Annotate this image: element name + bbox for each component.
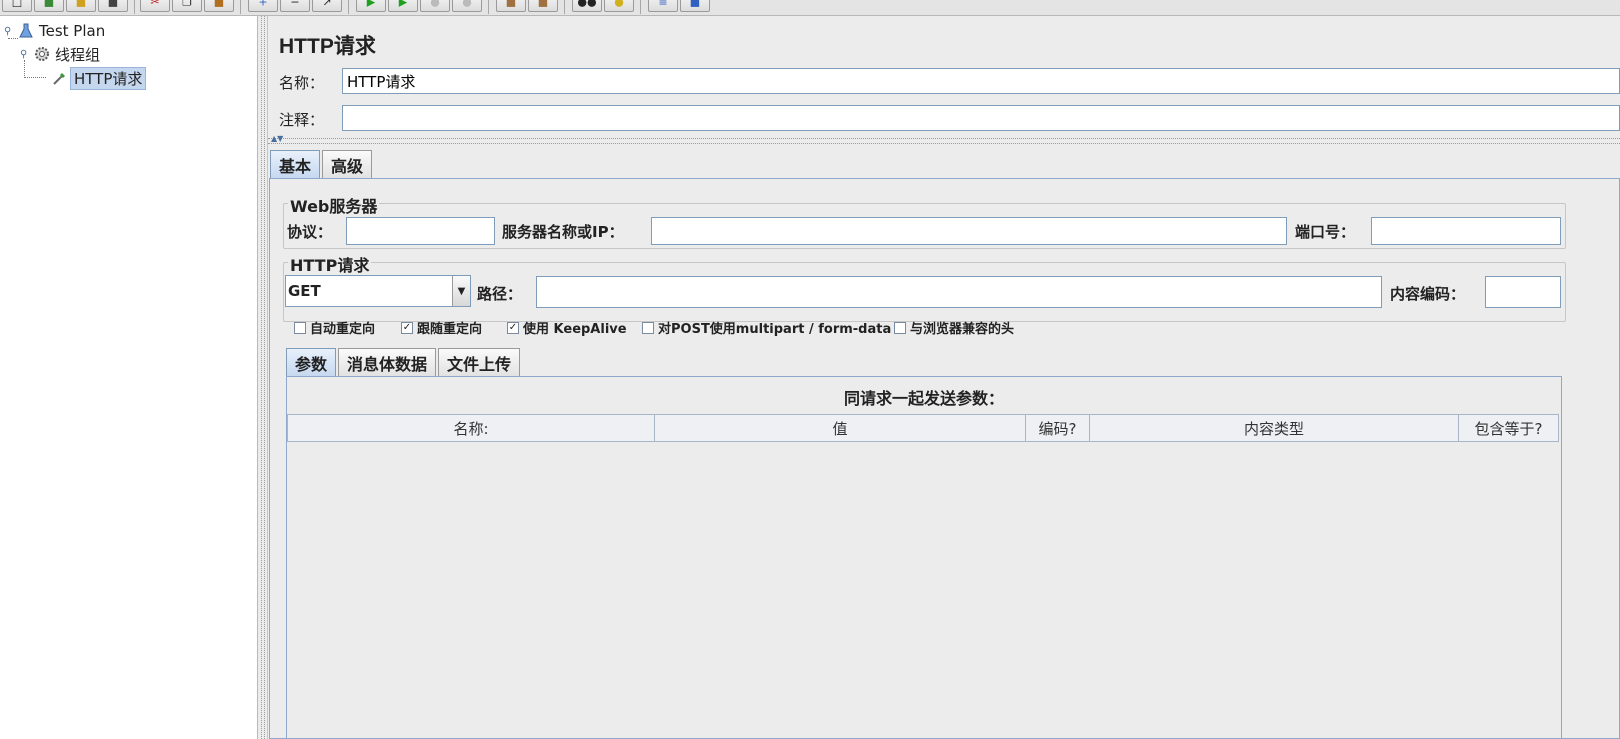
method-value: GET: [288, 282, 321, 300]
start-no-pause-icon[interactable]: ▶: [388, 0, 418, 12]
new-icon[interactable]: □: [2, 0, 32, 12]
templates-icon[interactable]: ■: [34, 0, 64, 12]
column-include-equals[interactable]: 包含等于?: [1459, 414, 1559, 442]
name-label: 名称：: [279, 74, 325, 92]
encoding-label: 内容编码：: [1390, 285, 1466, 303]
comment-label: 注释：: [279, 111, 325, 129]
tree-label: 线程组: [55, 45, 101, 64]
save-icon[interactable]: ■: [98, 0, 128, 12]
test-plan-tree: ⚲ Test Plan ⚲ 线程组 HTTP请求: [0, 16, 258, 739]
panel-splitter[interactable]: [258, 16, 268, 739]
keepalive-checkbox[interactable]: ✓ 使用 KeepAlive: [507, 318, 627, 337]
protocol-label: 协议：: [287, 223, 333, 241]
cut-icon[interactable]: ✂: [140, 0, 170, 12]
tab-files-upload[interactable]: 文件上传: [438, 348, 521, 376]
collapse-arrows-icon[interactable]: ▲▼: [271, 134, 283, 143]
checkbox-label: 使用 KeepAlive: [523, 322, 627, 337]
method-select[interactable]: GET ▼: [285, 275, 471, 307]
expand-handle-icon[interactable]: ⚲: [20, 49, 32, 60]
tree-node-thread-group[interactable]: ⚲ 线程组: [20, 43, 103, 65]
shutdown-icon[interactable]: ●: [452, 0, 482, 12]
path-field[interactable]: [536, 276, 1382, 308]
port-label: 端口号：: [1295, 223, 1356, 241]
expand-icon[interactable]: +: [248, 0, 278, 12]
checkbox-box[interactable]: ✓: [507, 321, 519, 334]
toolbar: □ ■ ■ ■ ✂ ❐ ■ + − ↗ ▶ ▶ ● ● ■ ■ ●● ● ≡ ■: [0, 0, 1620, 16]
checkbox-box[interactable]: [894, 321, 906, 334]
checkbox-box[interactable]: [294, 321, 306, 334]
tab-parameters[interactable]: 参数: [286, 348, 337, 376]
tree-node-test-plan[interactable]: ⚲ Test Plan: [4, 20, 108, 42]
search-icon[interactable]: ●●: [572, 0, 602, 12]
params-table-body[interactable]: [287, 442, 1561, 738]
gear-icon: [32, 45, 52, 63]
outer-tabs: 基本 高级: [270, 150, 374, 178]
page-title: HTTP请求: [279, 35, 376, 58]
path-label: 路径：: [477, 285, 523, 303]
expand-handle-icon[interactable]: ⚲: [4, 26, 16, 37]
tab-body-data[interactable]: 消息体数据: [338, 348, 437, 376]
column-content-type[interactable]: 内容类型: [1090, 414, 1459, 442]
start-icon[interactable]: ▶: [356, 0, 386, 12]
copy-icon[interactable]: ❐: [172, 0, 202, 12]
tab-advanced[interactable]: 高级: [322, 150, 373, 178]
clear-icon[interactable]: ■: [496, 0, 526, 12]
collapse-icon[interactable]: −: [280, 0, 310, 12]
help-icon[interactable]: ■: [680, 0, 710, 12]
checkbox-box[interactable]: [642, 321, 654, 334]
http-request-title: HTTP请求: [288, 252, 372, 276]
protocol-field[interactable]: [346, 217, 495, 245]
name-field[interactable]: [342, 68, 1620, 94]
column-encode[interactable]: 编码?: [1026, 414, 1090, 442]
inner-tabs: 参数 消息体数据 文件上传: [286, 348, 522, 376]
reset-search-icon[interactable]: ●: [604, 0, 634, 12]
follow-redirects-checkbox[interactable]: ✓ 跟随重定向: [401, 318, 482, 337]
browser-compatible-headers-checkbox[interactable]: 与浏览器兼容的头: [894, 318, 1014, 337]
server-field[interactable]: [651, 217, 1287, 245]
chevron-down-icon[interactable]: ▼: [452, 276, 470, 306]
encoding-field[interactable]: [1485, 276, 1561, 308]
stop-icon[interactable]: ●: [420, 0, 450, 12]
http-request-panel: HTTP请求 名称： 注释： ▲▼ 基本 高级 Web服务器 协议： 服务器名称…: [268, 16, 1620, 739]
comment-field[interactable]: [342, 105, 1620, 131]
open-icon[interactable]: ■: [66, 0, 96, 12]
flask-icon: [16, 22, 36, 40]
tree-label: Test Plan: [39, 22, 106, 40]
column-name[interactable]: 名称:: [287, 414, 655, 442]
paste-icon[interactable]: ■: [204, 0, 234, 12]
column-value[interactable]: 值: [655, 414, 1026, 442]
checkbox-box[interactable]: ✓: [401, 321, 413, 334]
checkbox-label: 自动重定向: [310, 322, 376, 337]
pipette-icon: [50, 69, 70, 87]
tree-node-http-request[interactable]: HTTP请求: [50, 66, 147, 90]
web-server-title: Web服务器: [288, 193, 380, 217]
params-caption: 同请求一起发送参数：: [843, 389, 1004, 408]
port-field[interactable]: [1371, 217, 1561, 245]
multipart-checkbox[interactable]: 对POST使用multipart / form-data: [642, 318, 891, 337]
checkbox-label: 跟随重定向: [417, 322, 483, 337]
clear-all-icon[interactable]: ■: [528, 0, 558, 12]
server-label: 服务器名称或IP：: [502, 223, 624, 241]
checkbox-label: 与浏览器兼容的头: [910, 322, 1015, 337]
parameters-panel: 同请求一起发送参数： 名称: 值 编码? 内容类型 包含等于?: [286, 376, 1562, 739]
tree-label: HTTP请求: [70, 66, 147, 90]
params-table-header: 名称: 值 编码? 内容类型 包含等于?: [287, 414, 1559, 442]
function-helper-icon[interactable]: ≡: [648, 0, 678, 12]
checkbox-label: 对POST使用multipart / form-data: [658, 322, 892, 337]
collapse-bar[interactable]: ▲▼: [268, 134, 1620, 144]
toggle-icon[interactable]: ↗: [312, 0, 342, 12]
auto-redirect-checkbox[interactable]: 自动重定向: [294, 318, 375, 337]
tab-basic[interactable]: 基本: [270, 150, 321, 178]
